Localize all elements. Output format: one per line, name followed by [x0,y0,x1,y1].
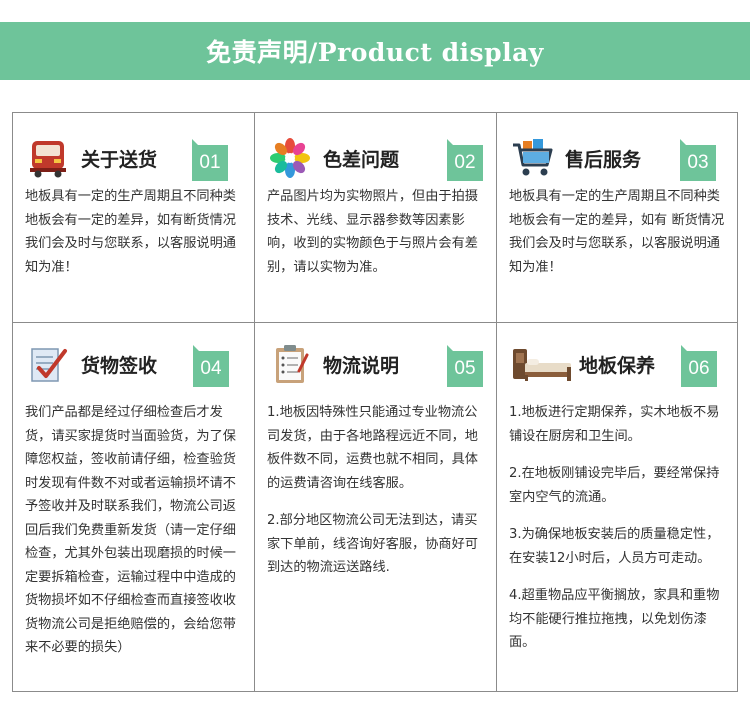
cell-paragraph: 地板具有一定的生产周期且不同种类地板会有一定的差异，如有断货情况我们会及时与您联… [25,189,236,275]
notice-cell-color-difference: 色差问题 02 产品图片均为实物照片，但由于拍摄技术、光线、显示器参数等因素影响… [255,113,496,322]
clipboard-icon [269,343,311,385]
cell-header: 地板保养 06 [511,341,723,387]
cell-number-badge: 01 [192,139,228,181]
header-banner: 免责声明/Product display [0,22,750,80]
cell-title: 色差问题 [323,149,400,171]
cell-paragraph: 产品图片均为实物照片，但由于拍摄技术、光线、显示器参数等因素影响，收到的实物颜色… [267,189,478,275]
cell-header: 色差问题 02 [269,135,483,181]
cell-paragraph: 1.地板进行定期保养，实木地板不易铺设在厨房和卫生间。 [509,405,720,444]
color-wheel-icon [269,137,311,179]
cell-title: 物流说明 [323,355,400,377]
notice-cell-maintenance: 地板保养 06 1.地板进行定期保养，实木地板不易铺设在厨房和卫生间。 2.在地… [497,323,737,691]
cell-number-badge: 06 [681,345,717,387]
cell-paragraph: 2.部分地区物流公司无法到达，请买家下单前，线咨询好客服，协商好可到达的物流运送… [267,513,478,575]
cell-body: 地板具有一定的生产周期且不同种类地板会有一定的差异，如有 断货情况我们会及时与您… [509,185,727,293]
cell-number-badge: 02 [447,139,483,181]
bed-icon [511,343,573,385]
cell-header: 关于送货 01 [27,135,240,181]
delivery-truck-icon [27,137,69,179]
cell-title: 关于送货 [81,149,158,171]
cell-paragraph: 4.超重物品应平衡搁放，家具和重物均不能硬行推拉拖拽，以免划伤漆面。 [509,588,720,650]
cell-title: 货物签收 [81,355,158,377]
cell-header: 售后服务 03 [511,135,723,181]
cell-paragraph: 3.为确保地板安装后的质量稳定性，在安装12小时后，人员方可走动。 [509,527,720,566]
notice-cell-receipt: 货物签收 04 我们产品都是经过仔细检查后才发货，请买家提货时当面验货，为了保障… [13,323,254,691]
notice-grid: 关于送货 01 地板具有一定的生产周期且不同种类地板会有一定的差异，如有断货情况… [12,112,738,692]
page-title: 免责声明/Product display [206,38,544,67]
cell-paragraph: 1.地板因特殊性只能通过专业物流公司发货，由于各地路程远近不同，地板件数不同，运… [267,405,478,491]
notice-cell-after-sales: 售后服务 03 地板具有一定的生产周期且不同种类地板会有一定的差异，如有 断货情… [497,113,737,322]
cell-number-badge: 03 [680,139,716,181]
cell-body: 产品图片均为实物照片，但由于拍摄技术、光线、显示器参数等因素影响，收到的实物颜色… [267,185,486,293]
notice-cell-logistics: 物流说明 05 1.地板因特殊性只能通过专业物流公司发货，由于各地路程远近不同，… [255,323,496,691]
cell-body: 1.地板进行定期保养，实木地板不易铺设在厨房和卫生间。 2.在地板刚铺设完毕后，… [509,401,727,669]
cell-body: 我们产品都是经过仔细检查后才发货，请买家提货时当面验货，为了保障您权益，签收前请… [25,401,244,674]
cell-number-badge: 04 [193,345,229,387]
notice-cell-delivery: 关于送货 01 地板具有一定的生产周期且不同种类地板会有一定的差异，如有断货情况… [13,113,254,322]
cell-body: 1.地板因特殊性只能通过专业物流公司发货，由于各地路程远近不同，地板件数不同，运… [267,401,486,594]
cell-header: 物流说明 05 [269,341,483,387]
checklist-icon [27,343,69,385]
cell-paragraph: 2.在地板刚铺设完毕后，要经常保持室内空气的流通。 [509,466,720,505]
cell-title: 售后服务 [565,149,642,171]
cell-header: 货物签收 04 [27,341,240,387]
shopping-cart-icon [511,137,553,179]
cell-title: 地板保养 [579,355,656,377]
cell-paragraph: 我们产品都是经过仔细检查后才发货，请买家提货时当面验货，为了保障您权益，签收前请… [25,405,236,655]
cell-body: 地板具有一定的生产周期且不同种类地板会有一定的差异，如有断货情况我们会及时与您联… [25,185,244,293]
cell-paragraph: 地板具有一定的生产周期且不同种类地板会有一定的差异，如有 断货情况我们会及时与您… [509,189,725,275]
cell-number-badge: 05 [447,345,483,387]
